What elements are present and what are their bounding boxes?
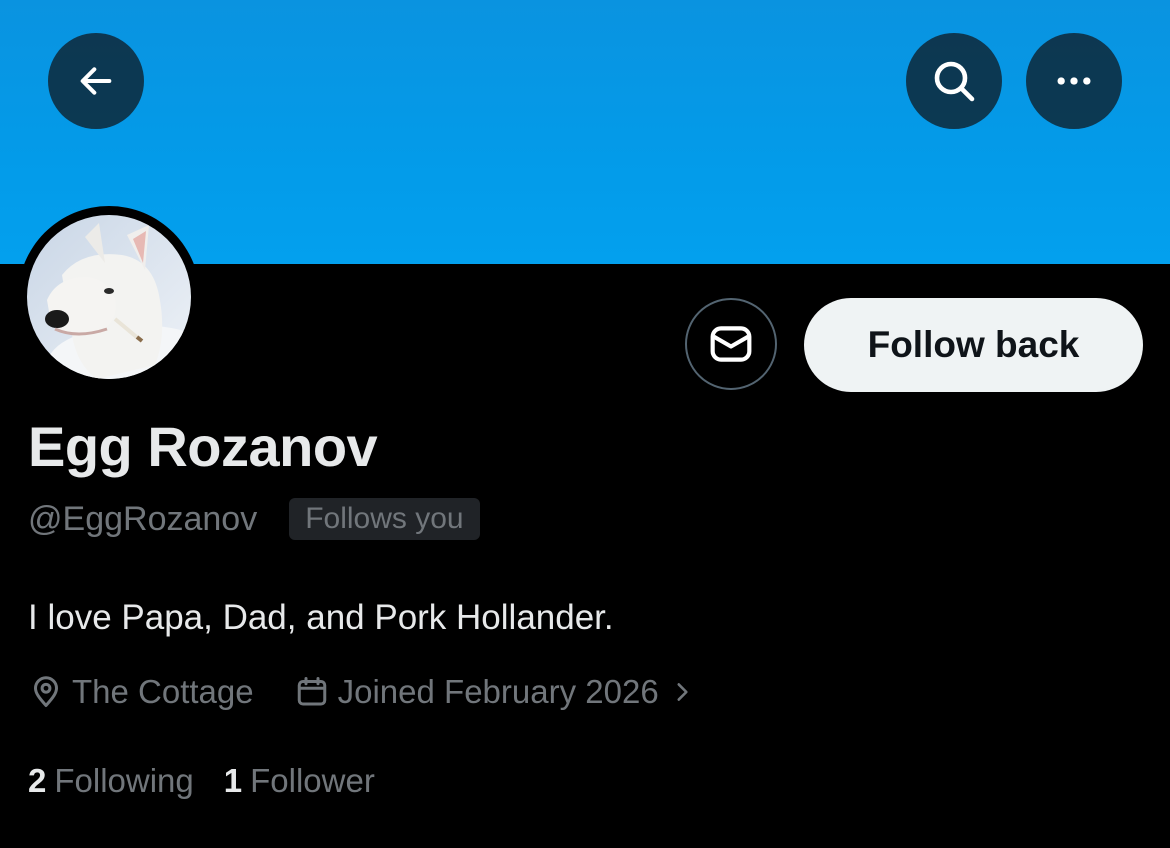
calendar-icon	[297, 677, 326, 706]
joined-text: Joined February 2026	[337, 673, 659, 710]
follow-back-button[interactable]: Follow back	[804, 298, 1143, 392]
avatar-image	[27, 215, 191, 379]
message-icon	[710, 326, 752, 362]
back-button[interactable]	[48, 33, 144, 129]
follows-you-badge: Follows you	[289, 498, 480, 540]
profile-banner	[0, 0, 1170, 264]
arrow-left-icon	[80, 67, 112, 95]
following-label: Following	[54, 762, 194, 799]
followers-stat[interactable]: 1 Follower	[224, 762, 375, 800]
location-text: The Cottage	[72, 673, 254, 710]
more-options-button[interactable]	[1026, 33, 1122, 129]
profile-bio: I love Papa, Dad, and Pork Hollander.	[28, 598, 614, 637]
chevron-right-icon	[677, 683, 688, 701]
following-stat[interactable]: 2 Following	[28, 762, 194, 800]
following-count: 2	[28, 762, 47, 799]
location-pin-icon	[34, 676, 58, 707]
joined-item[interactable]: Joined February 2026	[294, 673, 695, 711]
message-button[interactable]	[685, 298, 777, 390]
search-button[interactable]	[906, 33, 1002, 129]
search-icon	[934, 61, 975, 102]
follow-stats: 2 Following 1 Follower	[28, 762, 375, 800]
location-item: The Cottage	[28, 673, 254, 711]
display-name: Egg Rozanov	[28, 415, 378, 478]
followers-label: Follower	[250, 762, 375, 799]
handle-row: @EggRozanov Follows you	[28, 498, 480, 540]
profile-handle: @EggRozanov	[28, 499, 258, 538]
profile-meta: The Cottage Joined February 2026	[28, 673, 695, 711]
avatar[interactable]	[18, 206, 200, 388]
more-horizontal-icon	[1057, 77, 1091, 85]
followers-count: 1	[223, 762, 243, 799]
